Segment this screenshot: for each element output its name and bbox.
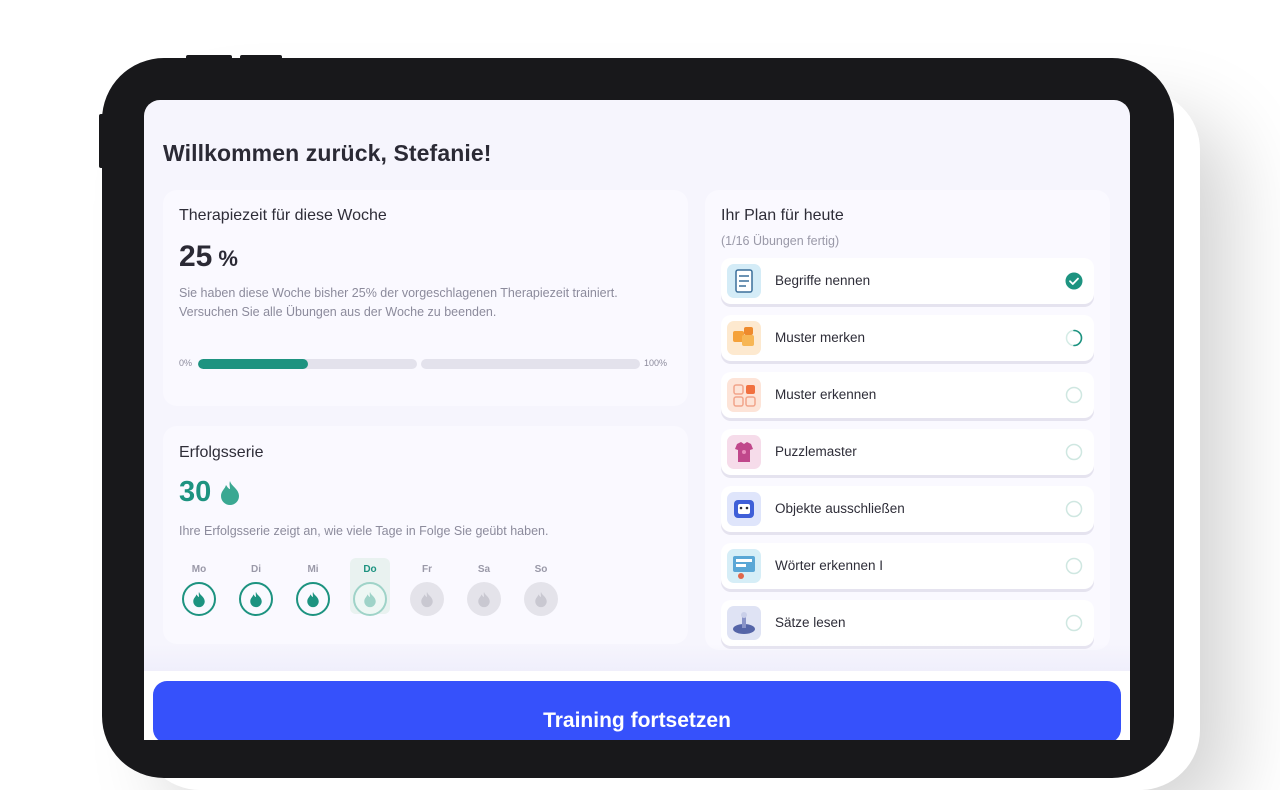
open-status-icon [1065,386,1083,404]
streak-description: Ihre Erfolgsserie zeigt an, wie viele Ta… [179,524,549,538]
day-streak-circle [296,582,330,616]
plan-card: Ihr Plan für heute (1/16 Übungen fertig)… [705,190,1110,650]
grid-shapes-icon-art [733,384,756,407]
character-face-icon-art [734,500,754,518]
day-do: Do [350,558,390,616]
list-document-icon-art [735,269,753,293]
day-mo: Mo [179,564,219,616]
tiles-pattern-icon-art [733,327,754,346]
therapy-description-line1: Sie haben diese Woche bisher 25% der vor… [179,286,618,300]
words-board-icon-art [733,556,755,579]
flame-icon [364,591,376,607]
flame-icon [250,591,262,607]
completed-check-icon [1065,272,1083,290]
progress-bar-first-half [198,359,417,369]
open-status-icon [1065,557,1083,575]
therapy-time-title: Therapiezeit für diese Woche [179,207,387,224]
therapy-percent: 25% [179,240,238,274]
task-status [1065,500,1083,518]
app-screen: Willkommen zurück, Stefanie! Therapiezei… [144,100,1130,740]
flame-icon [307,591,319,607]
progress-end-label: 100% [644,358,668,368]
streak-card: Erfolgsserie 30 Ihre Erfolgsserie zeigt … [163,426,688,644]
day-label: So [534,564,548,575]
day-streak-circle [524,582,558,616]
day-label: Mi [307,564,319,575]
task-item[interactable]: Muster merken [721,315,1094,361]
task-status [1065,443,1083,461]
puzzle-shirt-icon-art [735,442,753,462]
day-streak-circle [239,582,273,616]
welcome-heading: Willkommen zurück, Stefanie! [163,140,492,166]
task-status [1065,272,1083,290]
therapy-percent-unit: % [218,246,238,271]
therapy-time-card: Therapiezeit für diese Woche 25% Sie hab… [163,190,688,406]
therapy-description: Sie haben diese Woche bisher 25% der vor… [179,284,618,322]
tiles-pattern-icon [727,321,761,355]
task-status [1065,557,1083,575]
day-so: So [521,564,561,616]
task-item[interactable]: Wörter erkennen I [721,543,1094,589]
list-document-icon [727,264,761,298]
flame-icon [478,591,490,607]
therapy-description-line2: Versuchen Sie alle Übungen aus der Woche… [179,305,497,319]
day-di: Di [236,564,276,616]
task-label: Objekte ausschließen [775,501,905,516]
task-label: Muster erkennen [775,387,877,402]
open-status-icon [1065,500,1083,518]
plan-progress-subtitle: (1/16 Übungen fertig) [721,234,840,248]
day-label: Do [363,564,377,575]
words-board-icon [727,549,761,583]
task-item[interactable]: Muster erkennen [721,372,1094,418]
progress-bar-second-half [421,359,640,369]
day-streak-circle [353,582,387,616]
task-item[interactable]: Puzzlemaster [721,429,1094,475]
flame-icon [221,480,240,505]
flame-icon [535,591,547,607]
day-streak-circle [467,582,501,616]
task-label: Sätze lesen [775,615,846,630]
day-label: Fr [422,564,432,575]
day-sa: Sa [464,564,504,616]
plan-title: Ihr Plan für heute [721,207,844,224]
day-fr: Fr [407,564,447,616]
in-progress-icon [1065,329,1083,347]
reading-scene-icon [727,606,761,640]
puzzle-shirt-icon [727,435,761,469]
open-status-icon [1065,443,1083,461]
task-item[interactable]: Sätze lesen [721,600,1094,646]
progress-start-label: 0% [179,358,193,368]
task-status [1065,614,1083,632]
streak-title: Erfolgsserie [179,444,264,461]
continue-training-button[interactable]: Training fortsetzen [153,681,1121,740]
day-streak-circle [410,582,444,616]
day-streak-circle [182,582,216,616]
task-status [1065,329,1083,347]
day-label: Sa [477,564,491,575]
day-label: Di [251,564,261,575]
character-face-icon [727,492,761,526]
reading-scene-icon-art [733,612,755,634]
flame-icon [193,591,205,607]
grid-shapes-icon [727,378,761,412]
flame-icon [421,591,433,607]
task-label: Muster merken [775,330,866,345]
open-status-icon [1065,614,1083,632]
therapy-percent-value: 25 [179,240,213,273]
streak-count: 30 [179,476,241,509]
task-label: Puzzlemaster [775,444,857,459]
list-fade [144,644,1130,674]
progress-bar-fill [198,359,308,369]
streak-value: 30 [179,476,212,508]
task-label: Wörter erkennen I [775,558,884,573]
task-label: Begriffe nennen [775,273,871,288]
day-label: Mo [191,564,207,575]
task-item[interactable]: Objekte ausschließen [721,486,1094,532]
day-mi: Mi [293,564,333,616]
task-status [1065,386,1083,404]
task-item[interactable]: Begriffe nennen [721,258,1094,304]
